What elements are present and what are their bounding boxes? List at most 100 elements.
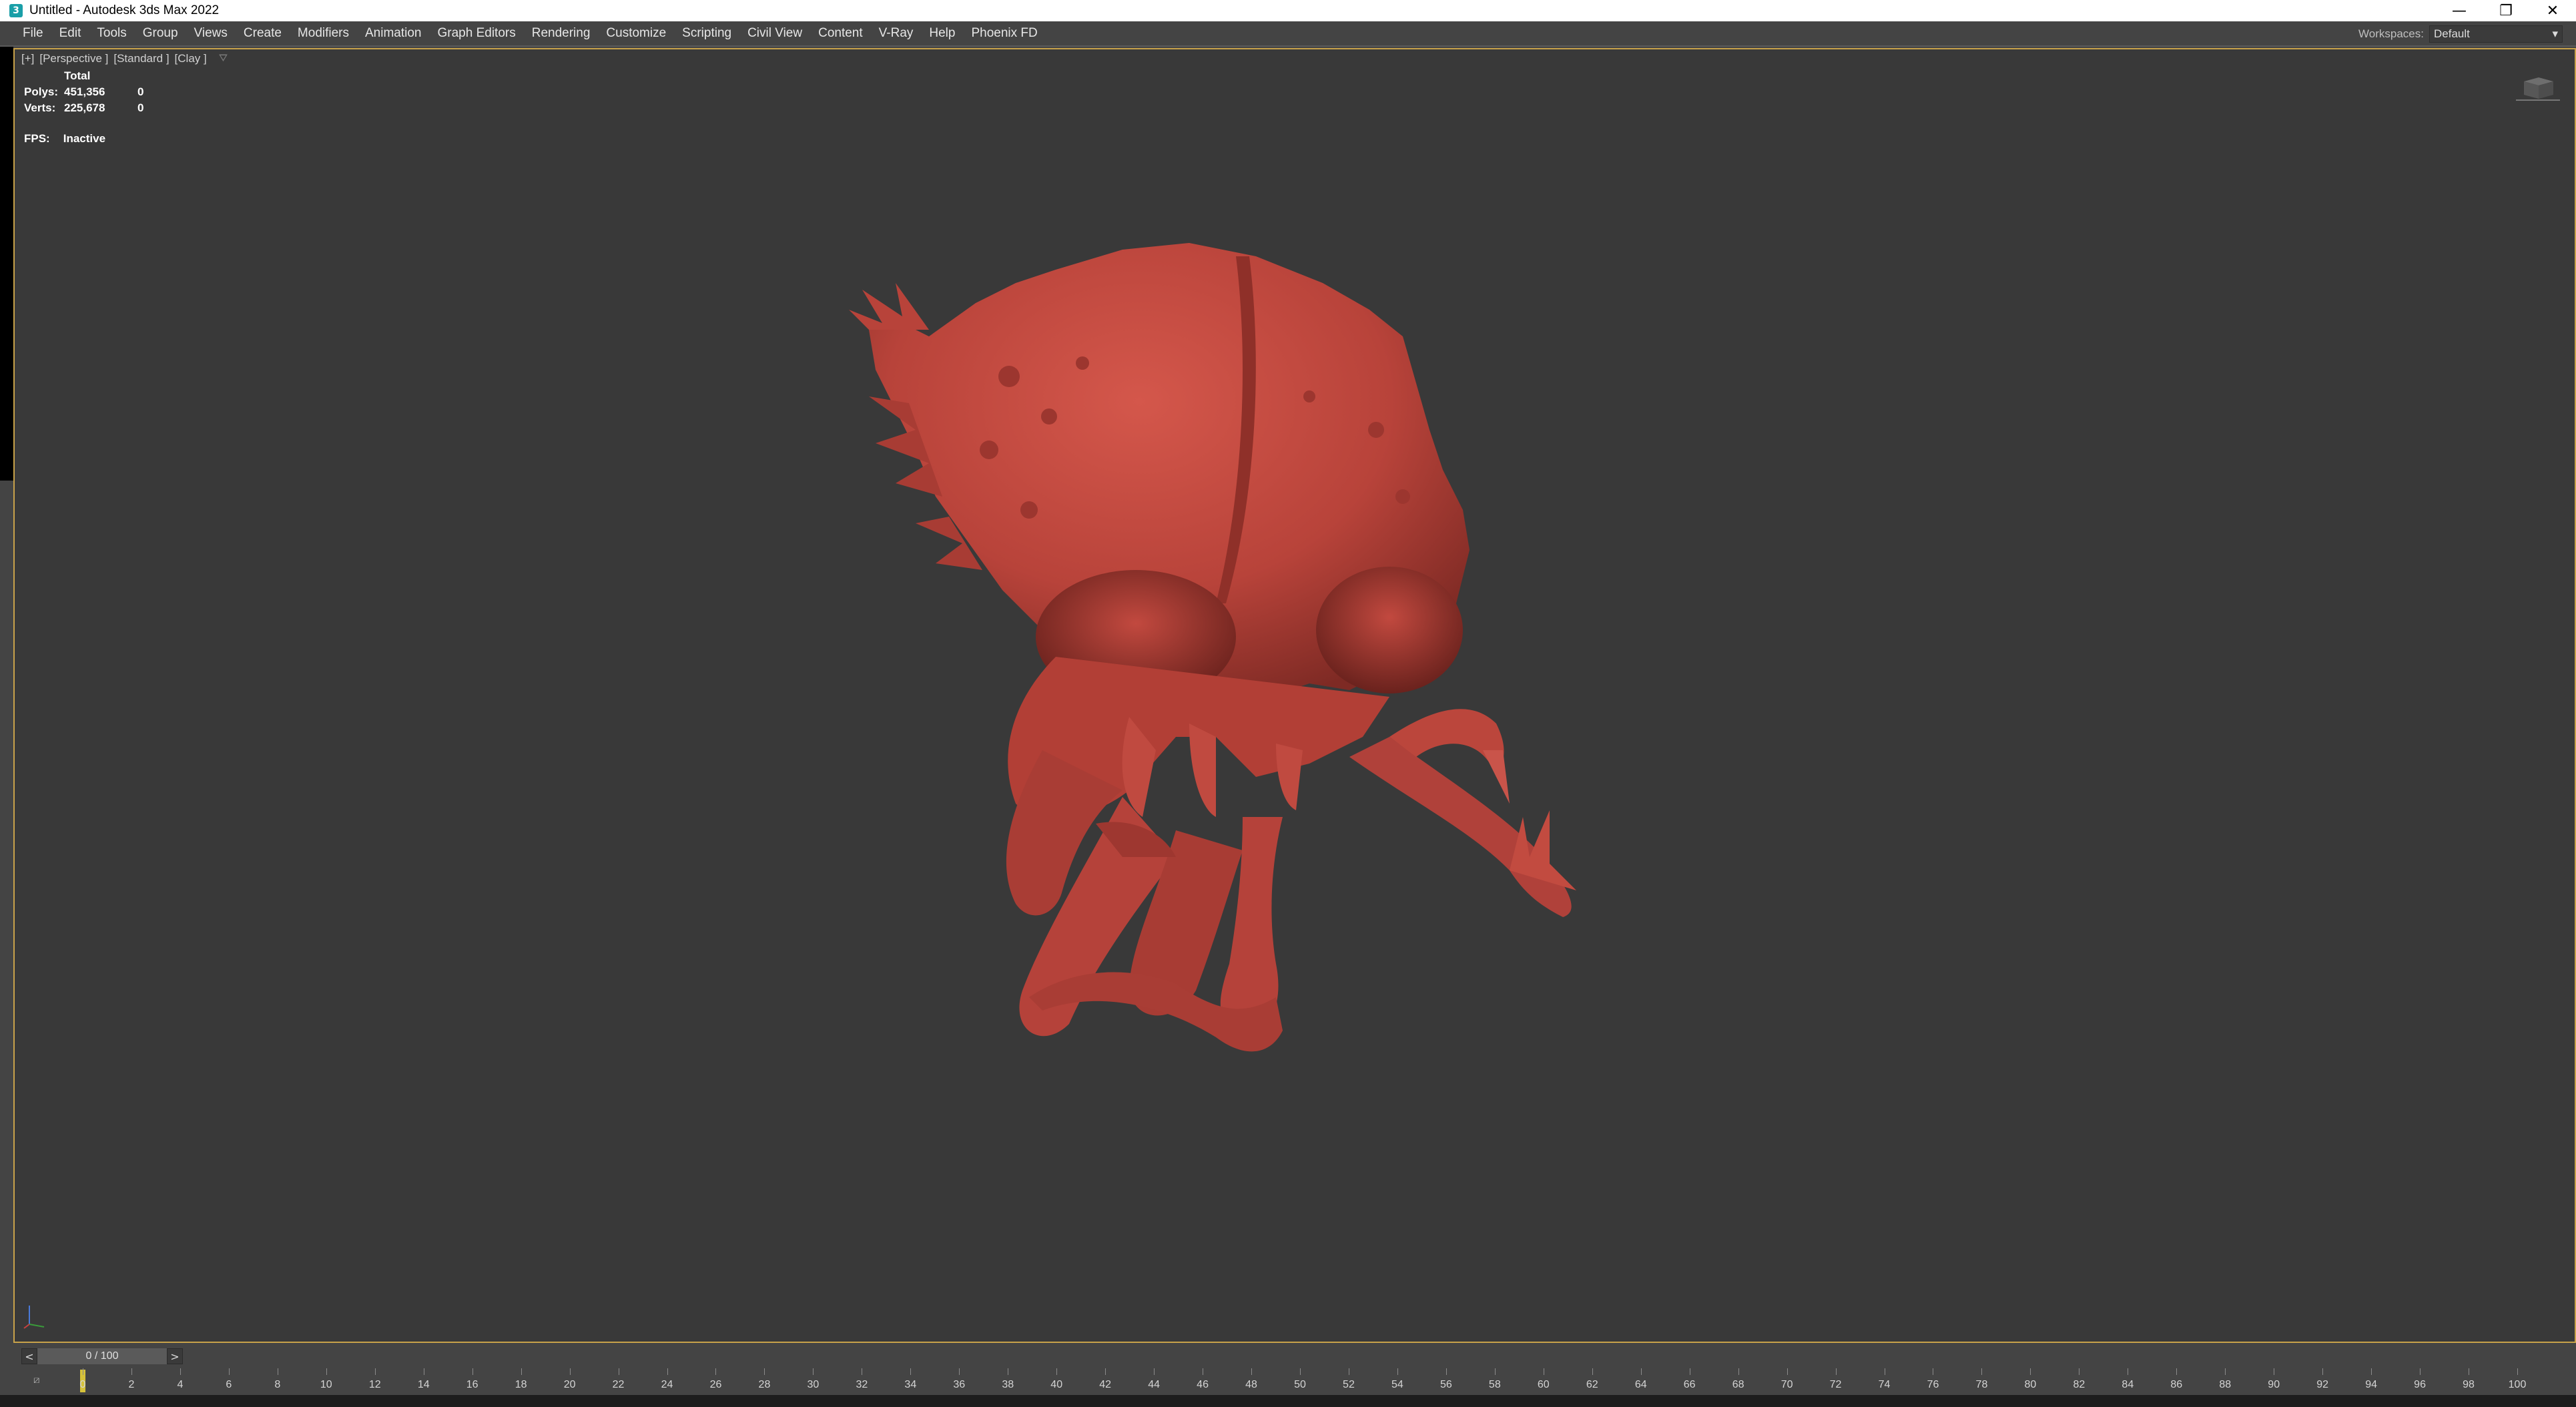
previous-frame-button[interactable]: <	[21, 1348, 37, 1364]
menu-edit[interactable]: Edit	[51, 26, 89, 41]
track-tick-label: 74	[1878, 1379, 1891, 1390]
close-button[interactable]: ✕	[2529, 0, 2576, 21]
menu-civil-view[interactable]: Civil View	[739, 26, 810, 41]
track-tick	[2322, 1368, 2324, 1375]
track-tick	[1397, 1368, 1398, 1375]
track-tick	[2517, 1368, 2518, 1375]
track-tick-label: 6	[226, 1379, 232, 1390]
track-tick-label: 16	[466, 1379, 478, 1390]
track-tick-label: 34	[904, 1379, 917, 1390]
sculpt-model[interactable]	[842, 230, 1837, 1204]
track-tick	[1251, 1368, 1253, 1375]
track-tick-label: 26	[709, 1379, 722, 1390]
track-tick	[569, 1368, 571, 1375]
track-tick	[326, 1368, 327, 1375]
menu-scripting[interactable]: Scripting	[674, 26, 739, 41]
menu-help[interactable]: Help	[921, 26, 963, 41]
track-tick-label: 4	[177, 1379, 184, 1390]
track-tick-label: 22	[612, 1379, 625, 1390]
menu-graph-editors[interactable]: Graph Editors	[430, 26, 524, 41]
next-frame-button[interactable]: >	[167, 1348, 183, 1364]
viewport-shading-menu[interactable]: [Clay ]	[175, 52, 207, 65]
track-tick	[2225, 1368, 2226, 1375]
menu-group[interactable]: Group	[135, 26, 186, 41]
workspace-value: Default	[2434, 27, 2470, 40]
chevron-down-icon: ▾	[2552, 27, 2558, 40]
menu-customize[interactable]: Customize	[598, 26, 674, 41]
track-tick-label: 94	[2365, 1379, 2378, 1390]
track-ruler: ⧄ 0 2 4 6 8 10 12 14 16 18 20 22 24 26 28 30 32 34 36 38 40 4…	[13, 1368, 2576, 1395]
track-tick	[2420, 1368, 2421, 1375]
workspace-dropdown[interactable]: Default ▾	[2429, 25, 2563, 43]
track-tick-label: 64	[1634, 1379, 1647, 1390]
verts-label: Verts:	[24, 101, 56, 114]
polys-label: Polys:	[24, 85, 59, 98]
viewcube-icon[interactable]	[2515, 68, 2561, 108]
viewport-standard-menu[interactable]: [Standard ]	[113, 52, 169, 65]
menu-modifiers[interactable]: Modifiers	[290, 26, 357, 41]
track-tick-label: 18	[515, 1379, 527, 1390]
track-tick-label: 40	[1050, 1379, 1063, 1390]
track-tick	[667, 1368, 668, 1375]
polys-value: 451,356	[64, 85, 105, 98]
track-tick-label: 28	[758, 1379, 771, 1390]
restore-button[interactable]: ❐	[2483, 0, 2529, 21]
track-tick	[1640, 1368, 1642, 1375]
track-tick-label: 32	[856, 1379, 868, 1390]
window-title: Untitled - Autodesk 3ds Max 2022	[29, 3, 220, 17]
track-tick	[764, 1368, 765, 1375]
filter-icon[interactable]: ⛛	[219, 53, 228, 65]
workspaces-label: Workspaces:	[2358, 27, 2424, 40]
menu-tools[interactable]: Tools	[89, 26, 134, 41]
track-bar[interactable]: ⧄ 0 2 4 6 8 10 12 14 16 18 20 22 24 26 28 30 32 34 36 38 40 4…	[13, 1368, 2576, 1395]
minimize-button[interactable]: —	[2436, 0, 2483, 21]
track-tick-label: 76	[1927, 1379, 1939, 1390]
track-tick-label: 68	[1732, 1379, 1744, 1390]
track-tick	[2371, 1368, 2372, 1375]
track-tick	[1154, 1368, 1155, 1375]
track-tick	[715, 1368, 717, 1375]
track-tick-label: 42	[1099, 1379, 1112, 1390]
track-tick-label: 80	[2024, 1379, 2037, 1390]
track-tick-label: 44	[1148, 1379, 1161, 1390]
track-tick-label: 0	[79, 1379, 86, 1390]
fps-value: Inactive	[63, 132, 106, 145]
track-tick	[2030, 1368, 2031, 1375]
viewport-label: [+] [Perspective ] [Standard ] [Clay ] ⛛	[21, 52, 228, 65]
workspace-selector: Workspaces: Default ▾	[2358, 21, 2563, 47]
time-slider[interactable]: 0 / 100	[37, 1348, 167, 1364]
track-tick-label: 60	[1537, 1379, 1550, 1390]
track-tick	[1300, 1368, 1301, 1375]
menu-create[interactable]: Create	[236, 26, 290, 41]
polys-selected: 0	[137, 85, 144, 98]
track-tick-label: 66	[1683, 1379, 1696, 1390]
title-bar: 3 Untitled - Autodesk 3ds Max 2022 — ❐ ✕	[0, 0, 2576, 21]
menu-file[interactable]: File	[15, 26, 51, 41]
track-tick-label: 10	[320, 1379, 332, 1390]
track-tick	[1787, 1368, 1788, 1375]
menu-bar: File Edit Tools Group Views Create Modif…	[0, 21, 2576, 47]
track-tick	[1738, 1368, 1739, 1375]
track-tick-label: 46	[1197, 1379, 1209, 1390]
track-tick	[472, 1368, 473, 1375]
track-tick-label: 96	[2414, 1379, 2426, 1390]
menu-vray[interactable]: V-Ray	[871, 26, 922, 41]
menu-phoenix-fd[interactable]: Phoenix FD	[963, 26, 1045, 41]
track-tick	[1056, 1368, 1058, 1375]
perspective-viewport[interactable]: [+] [Perspective ] [Standard ] [Clay ] ⛛…	[13, 48, 2576, 1343]
track-tick	[813, 1368, 814, 1375]
track-tick-label: 70	[1781, 1379, 1793, 1390]
menu-rendering[interactable]: Rendering	[524, 26, 599, 41]
track-tick-label: 20	[563, 1379, 576, 1390]
track-tick	[910, 1368, 912, 1375]
viewport-pov-menu[interactable]: [Perspective ]	[39, 52, 108, 65]
menu-animation[interactable]: Animation	[357, 26, 430, 41]
track-tick-label: 14	[417, 1379, 430, 1390]
menu-views[interactable]: Views	[186, 26, 236, 41]
menu-items: File Edit Tools Group Views Create Modif…	[15, 26, 1046, 41]
track-tick-label: 50	[1294, 1379, 1306, 1390]
track-tick	[959, 1368, 960, 1375]
key-mode-icon[interactable]: ⧄	[33, 1374, 40, 1386]
viewport-general-menu[interactable]: [+]	[21, 52, 34, 65]
menu-content[interactable]: Content	[810, 26, 871, 41]
